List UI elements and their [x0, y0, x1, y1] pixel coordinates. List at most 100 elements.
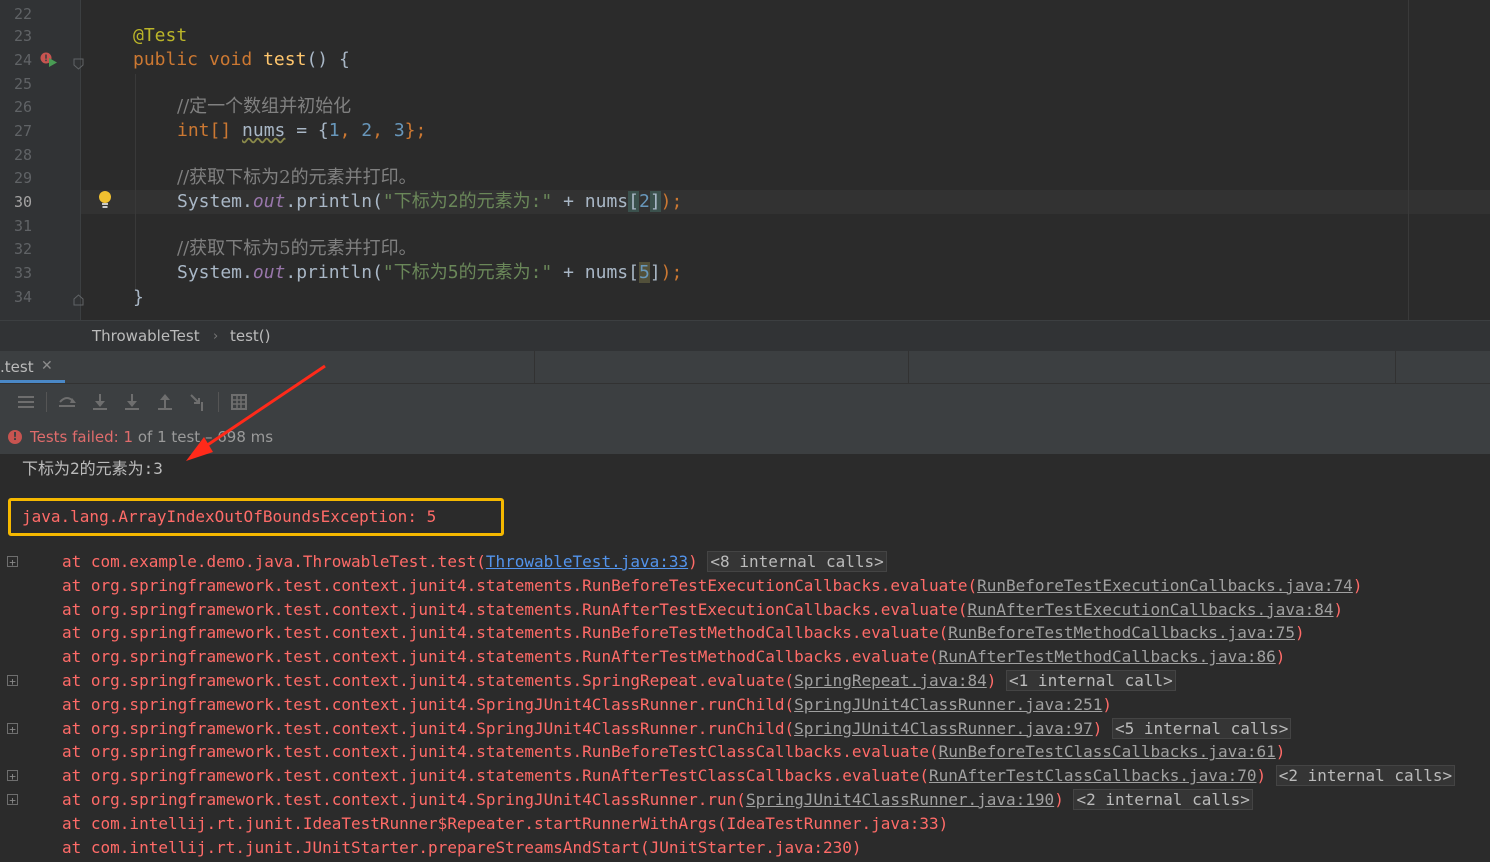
rerun-icon[interactable]: [55, 390, 79, 414]
source-link[interactable]: RunAfterTestExecutionCallbacks.java:84: [967, 600, 1333, 619]
source-link[interactable]: RunAfterTestClassCallbacks.java:70: [929, 766, 1257, 785]
console-output[interactable]: 下标为2的元素为:3 java.lang.ArrayIndexOutOfBoun…: [0, 454, 1490, 862]
code-line-29: //获取下标为2的元素并打印。: [177, 167, 417, 188]
stack-frame-end: ): [1102, 694, 1112, 714]
stack-frame-end: ): [1333, 599, 1344, 619]
expand-fold-icon[interactable]: +: [7, 722, 18, 735]
stack-frame: at org.springframework.test.context.juni…: [62, 788, 1253, 812]
stack-frame: at org.springframework.test.context.juni…: [62, 693, 1112, 717]
tab-divider: [1395, 351, 1396, 383]
code-line-24: public void test() {: [133, 48, 350, 72]
expand-fold-icon[interactable]: +: [7, 556, 18, 568]
stack-frame-text: at org.springframework.test.context.juni…: [62, 718, 795, 738]
expand-fold-icon[interactable]: +: [7, 770, 18, 782]
line-number: 33: [13, 264, 32, 282]
stack-frame-text: at org.springframework.test.context.juni…: [62, 742, 939, 762]
line-number: 34: [13, 288, 32, 306]
bracket-open: [: [628, 191, 639, 212]
source-link[interactable]: SpringJUnit4ClassRunner.java:251: [794, 695, 1102, 714]
array-end: };: [404, 120, 427, 141]
stack-frame: at com.intellij.rt.junit.IdeaTestRunner$…: [62, 812, 948, 836]
close-icon[interactable]: ✕: [41, 358, 53, 374]
internal-calls-fold[interactable]: <5 internal calls>: [1112, 717, 1292, 739]
source-link[interactable]: SpringRepeat.java:84: [794, 671, 987, 690]
intention-bulb-icon[interactable]: [98, 190, 112, 210]
stack-frame: at com.intellij.rt.junit.JUnitStarter.pr…: [62, 836, 862, 860]
import-icon[interactable]: [88, 390, 112, 414]
source-link[interactable]: SpringJUnit4ClassRunner.java:97: [794, 719, 1093, 738]
code-editor[interactable]: 22 23 24 25 26 27 28 29 30 31 32 33 34 @Test public …: [0, 0, 1490, 320]
source-link[interactable]: ThrowableTest.java:33: [486, 552, 688, 571]
expand-fold-icon[interactable]: +: [7, 675, 18, 687]
source-link[interactable]: RunBeforeTestMethodCallbacks.java:75: [948, 623, 1295, 642]
field-out: out: [252, 262, 286, 283]
stack-frame-end: ): [1256, 766, 1267, 786]
expand-fold-icon[interactable]: +: [7, 794, 18, 806]
stack-frame: at org.springframework.test.context.juni…: [62, 764, 1456, 788]
stack-frame-end: ): [1092, 718, 1103, 738]
stack-frame-text: at org.springframework.test.context.juni…: [62, 647, 939, 667]
run-tab[interactable]: .test ✕: [0, 351, 65, 383]
run-test-icon[interactable]: [40, 52, 58, 68]
test-status-bar: ! Tests failed: 1 of 1 test – 698 ms: [0, 420, 1490, 454]
line-number: 31: [13, 217, 32, 235]
number-literal: 1: [328, 120, 340, 141]
stack-frame-end: ): [1054, 790, 1064, 809]
field-out: out: [252, 191, 286, 212]
stack-frame: at org.springframework.test.context.juni…: [62, 740, 1285, 764]
line-number: 25: [13, 75, 32, 93]
line-number: 23: [13, 27, 32, 45]
stack-frame: at org.springframework.test.context.juni…: [62, 669, 1176, 693]
run-tab-bar: .test ✕: [0, 351, 1490, 383]
layout-grid-icon[interactable]: [227, 390, 251, 414]
test-status-text: Tests failed: 1 of 1 test – 698 ms: [30, 428, 273, 446]
source-link[interactable]: RunBeforeTestClassCallbacks.java:61: [939, 742, 1276, 761]
method-name: test: [263, 49, 307, 70]
code-line-30: System.out.println("下标为2的元素为:" + nums[2]…: [177, 190, 682, 214]
assign-token: = {: [285, 120, 329, 141]
code-line-32: //获取下标为5的元素并打印。: [177, 238, 417, 259]
source-link[interactable]: SpringJUnit4ClassRunner.java:190: [746, 790, 1054, 809]
fold-end-icon[interactable]: [73, 291, 84, 306]
string-literal: "下标为2的元素为:": [382, 191, 553, 212]
line-number: 32: [13, 240, 32, 258]
duration-text: 698 ms: [217, 428, 274, 446]
internal-calls-fold[interactable]: <1 internal call>: [1006, 670, 1176, 691]
breadcrumb-class[interactable]: ThrowableTest: [92, 327, 200, 345]
stack-frame-end: ): [1275, 742, 1286, 762]
stack-frame-text: at com.intellij.rt.junit.JUnitStarter.pr…: [62, 837, 862, 857]
method-println: .println(: [285, 191, 383, 212]
stack-frame-text: at org.springframework.test.context.juni…: [62, 766, 929, 786]
code-line-23: @Test: [133, 24, 187, 48]
menu-icon[interactable]: [14, 390, 38, 414]
collapse-icon[interactable]: [186, 390, 210, 414]
stack-frame-text: at org.springframework.test.context.juni…: [62, 671, 795, 690]
line-number: 27: [13, 122, 32, 140]
stack-frame-text: at com.example.demo.java.ThrowableTest.t…: [62, 552, 486, 571]
internal-calls-fold[interactable]: <2 internal calls>: [1275, 765, 1456, 787]
internal-calls-fold[interactable]: <2 internal calls>: [1073, 789, 1253, 810]
source-link[interactable]: RunBeforeTestExecutionCallbacks.java:74: [977, 576, 1353, 595]
exception-message: java.lang.ArrayIndexOutOfBoundsException…: [22, 507, 437, 526]
keyword-void: void: [208, 49, 253, 70]
breadcrumb-method[interactable]: test(): [230, 327, 271, 345]
editor-gutter: 22 23 24 25 26 27 28 29 30 31 32 33 34: [0, 0, 84, 320]
line-number: 29: [13, 169, 32, 187]
index-literal: 5: [638, 262, 650, 283]
download-icon[interactable]: [120, 390, 144, 414]
index-literal: 2: [638, 191, 650, 212]
internal-calls-fold[interactable]: <8 internal calls>: [707, 551, 887, 572]
expr-nums: + nums: [552, 191, 629, 212]
class-system: System.: [177, 262, 253, 283]
number-literal: 2: [361, 120, 373, 141]
code-line-27: int[] nums = {1, 2, 3};: [177, 120, 427, 141]
test-runner-toolbar: [0, 383, 1490, 421]
source-link[interactable]: RunAfterTestMethodCallbacks.java:86: [939, 647, 1276, 666]
run-tab-label: .test: [0, 358, 34, 376]
stack-frame-text: at org.springframework.test.context.juni…: [62, 623, 949, 643]
stack-frame: at com.example.demo.java.ThrowableTest.t…: [62, 550, 887, 574]
method-params: () {: [306, 49, 350, 70]
line-number: 28: [13, 146, 32, 164]
fold-method-icon[interactable]: [73, 55, 84, 70]
export-icon[interactable]: [153, 390, 177, 414]
